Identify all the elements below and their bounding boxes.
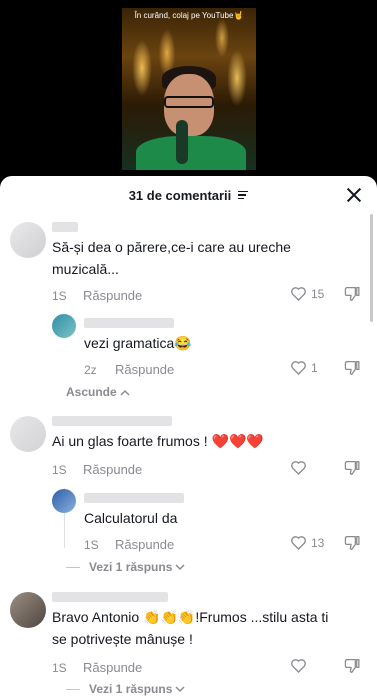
comments-header: 31 de comentarii: [0, 176, 377, 214]
view-replies-button[interactable]: Vezi 1 răspuns: [66, 682, 185, 696]
comment-time: 1S: [52, 660, 67, 675]
comment-text: Să-și dea o părere,ce-i care au ureche m…: [52, 239, 291, 277]
chevron-up-icon: [120, 385, 130, 399]
video-thumbnail: [122, 8, 256, 170]
like-count: 1: [311, 360, 318, 375]
close-icon[interactable]: [345, 186, 363, 204]
comment-time: 2z: [84, 362, 97, 377]
comment-text: Bravo Antonio 👏👏👏!Frumos ...stilu asta t…: [52, 609, 329, 647]
dislike-icon[interactable]: [344, 658, 361, 674]
comment-meta: 1S Răspunde: [52, 660, 142, 675]
username-blurred[interactable]: [52, 592, 168, 602]
username-blurred[interactable]: [84, 318, 174, 328]
comment-time: 1S: [52, 462, 67, 477]
reply-item: vezi gramatica😂 2z Răspunde 1: [0, 312, 377, 392]
comments-sheet: 31 de comentarii Să-și dea o părere,ce-i…: [0, 176, 377, 700]
heart-icon: [290, 658, 307, 673]
like-button[interactable]: 1: [290, 360, 318, 375]
comments-count: 31 de comentarii: [128, 187, 232, 203]
avatar[interactable]: [52, 489, 76, 513]
comment-item: Ai un glas foarte frumos ! ❤️❤️❤️ 1S Răs…: [0, 412, 377, 492]
chevron-down-icon: [175, 560, 185, 574]
avatar[interactable]: [10, 222, 46, 258]
hide-replies-button[interactable]: Ascunde: [66, 385, 130, 399]
dislike-icon[interactable]: [344, 286, 361, 302]
toggle-line: [66, 566, 80, 568]
comment-item: Să-și dea o părere,ce-i care au ureche m…: [0, 214, 377, 314]
comment-text: Calculatorul da: [84, 510, 178, 526]
reply-button[interactable]: Răspunde: [83, 660, 142, 675]
view-replies-button[interactable]: Vezi 1 răspuns: [66, 560, 185, 574]
like-button[interactable]: 15: [290, 286, 324, 301]
avatar[interactable]: [52, 314, 76, 338]
reply-button[interactable]: Răspunde: [115, 362, 174, 377]
toggle-label: Vezi 1 răspuns: [89, 682, 173, 696]
username-blurred[interactable]: [52, 416, 172, 426]
comment-item: Bravo Antonio 👏👏👏!Frumos ...stilu asta t…: [0, 588, 377, 700]
comment-meta: 1S Răspunde: [52, 462, 142, 477]
comment-time: 1S: [52, 288, 67, 303]
toggle-line: [66, 688, 80, 690]
heart-icon: [290, 535, 307, 550]
like-button[interactable]: 13: [290, 535, 324, 550]
reply-button[interactable]: Răspunde: [83, 288, 142, 303]
dislike-icon[interactable]: [344, 460, 361, 476]
like-count: 15: [311, 286, 325, 301]
dislike-icon[interactable]: [344, 535, 361, 551]
comment-text: vezi gramatica😂: [84, 335, 192, 351]
reply-button[interactable]: Răspunde: [83, 462, 142, 477]
toggle-label: Ascunde: [66, 385, 117, 399]
video-caption: În curând, colaj pe YouTube🤘: [134, 11, 244, 20]
avatar[interactable]: [10, 416, 46, 452]
filter-icon[interactable]: [238, 190, 249, 200]
dislike-icon[interactable]: [344, 360, 361, 376]
heart-icon: [290, 460, 307, 475]
like-count: 13: [311, 535, 325, 550]
toggle-label: Vezi 1 răspuns: [89, 560, 173, 574]
username-blurred[interactable]: [84, 493, 184, 503]
like-button[interactable]: [290, 658, 311, 673]
avatar[interactable]: [10, 592, 46, 628]
reply-item: Calculatorul da 1S Răspunde 13: [0, 487, 377, 567]
chevron-down-icon: [175, 682, 185, 696]
username-blurred[interactable]: [52, 222, 78, 232]
comments-title[interactable]: 31 de comentarii: [129, 188, 249, 203]
heart-icon: [290, 360, 307, 375]
comment-meta: 2z Răspunde: [84, 362, 174, 377]
comment-meta: 1S Răspunde: [84, 537, 174, 552]
comment-time: 1S: [84, 537, 99, 552]
comment-meta: 1S Răspunde: [52, 288, 142, 303]
reply-button[interactable]: Răspunde: [115, 537, 174, 552]
heart-icon: [290, 286, 307, 301]
video-player[interactable]: În curând, colaj pe YouTube🤘: [0, 0, 377, 180]
comment-text: Ai un glas foarte frumos ! ❤️❤️❤️: [52, 433, 264, 449]
like-button[interactable]: [290, 460, 311, 475]
